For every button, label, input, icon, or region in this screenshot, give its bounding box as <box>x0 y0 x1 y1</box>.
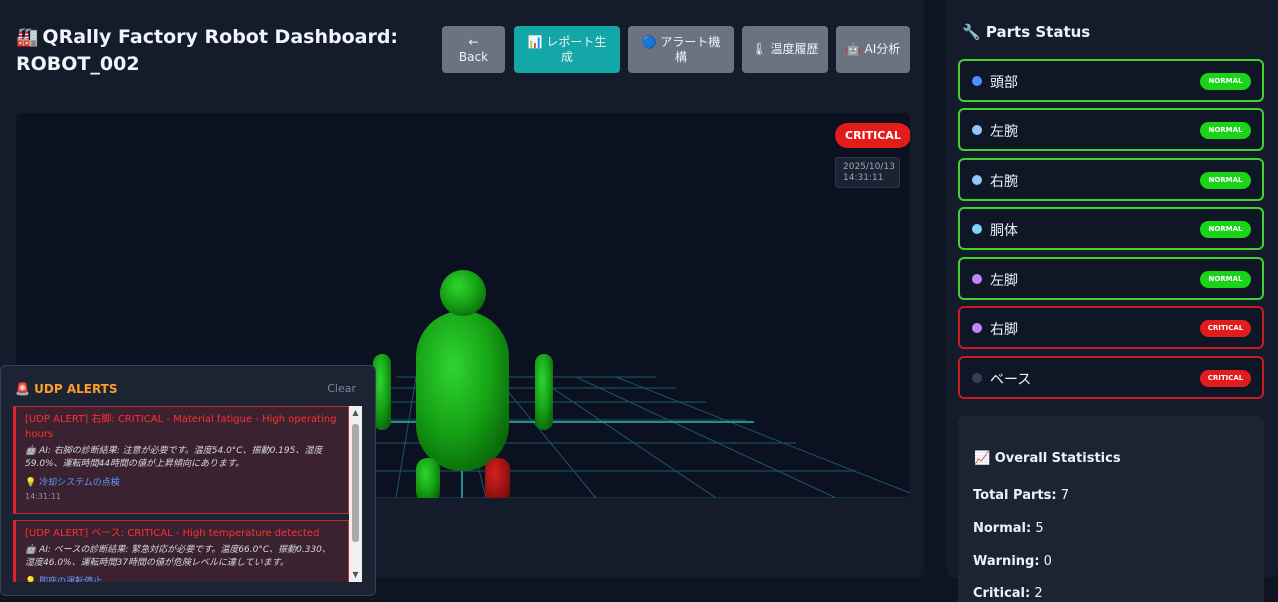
stat-critical-label: Critical: <box>973 586 1031 601</box>
part-status-badge: NORMAL <box>1200 122 1251 139</box>
alert-item: [UDP ALERT] ベース: CRITICAL - High tempera… <box>13 520 349 582</box>
part-dot-icon <box>972 373 982 383</box>
alerts-list[interactable]: [UDP ALERT] 右脚: CRITICAL - Material fati… <box>13 406 349 582</box>
stat-total-value: 7 <box>1060 488 1069 503</box>
siren-icon: 🚨 <box>15 382 30 396</box>
alert-button-label: アラート機構 <box>660 34 721 64</box>
back-arrow-icon: ← <box>468 34 479 49</box>
robot-head <box>440 270 486 316</box>
part-item-left-arm[interactable]: 左腕 NORMAL <box>958 108 1264 151</box>
viewport-timestamp: 2025/10/13 14:31:11 <box>835 157 900 188</box>
part-name: ベース <box>990 372 1032 388</box>
part-item-left-leg[interactable]: 左脚 NORMAL <box>958 257 1264 300</box>
stat-total: Total Parts: 7 <box>973 488 1069 503</box>
overall-statistics-title-text: Overall Statistics <box>994 451 1121 466</box>
floor-grid <box>312 376 910 498</box>
alert-title: [UDP ALERT] 右脚: CRITICAL - Material fati… <box>25 414 337 440</box>
part-status-badge: CRITICAL <box>1200 370 1251 387</box>
thermometer-icon: 🌡 <box>751 42 767 56</box>
status-badge: CRITICAL <box>835 123 910 148</box>
part-name: 胴体 <box>990 223 1018 239</box>
part-item-base[interactable]: ベース CRITICAL <box>958 356 1264 399</box>
part-status-badge: CRITICAL <box>1200 320 1251 337</box>
robot-right-arm <box>535 354 553 430</box>
part-dot-icon <box>972 175 982 185</box>
factory-icon: 🏭 <box>16 27 39 48</box>
ai-analysis-button[interactable]: 🤖 AI分析 <box>836 26 910 73</box>
alert-dot-icon: 🔵 <box>641 34 657 49</box>
stat-critical-value: 2 <box>1034 586 1043 601</box>
part-name: 頭部 <box>990 75 1018 91</box>
part-dot-icon <box>972 224 982 234</box>
parts-status-panel: 🔧 Parts Status 頭部 NORMAL 左腕 NORMAL 右腕 NO… <box>946 0 1278 602</box>
alert-item: [UDP ALERT] 右脚: CRITICAL - Material fati… <box>13 406 349 514</box>
page-title: 🏭 QRally Factory Robot Dashboard: ROBOT_0… <box>16 24 416 78</box>
wrench-icon: 🔧 <box>962 23 981 41</box>
overall-statistics-title: 📈 Overall Statistics <box>974 451 1121 466</box>
scroll-up-icon[interactable]: ▲ <box>351 408 360 418</box>
stat-normal-label: Normal: <box>973 521 1032 536</box>
report-button[interactable]: 📊 レポート生成 <box>514 26 620 73</box>
part-item-head[interactable]: 頭部 NORMAL <box>958 59 1264 102</box>
parts-status-title-text: Parts Status <box>985 23 1091 41</box>
part-status-badge: NORMAL <box>1200 73 1251 90</box>
scroll-down-icon[interactable]: ▼ <box>351 570 360 580</box>
clear-alerts-button[interactable]: Clear <box>327 382 356 395</box>
part-status-badge: NORMAL <box>1200 172 1251 189</box>
stat-normal-value: 5 <box>1035 521 1044 536</box>
timestamp-time: 14:31:11 <box>843 173 884 183</box>
timestamp-date: 2025/10/13 <box>843 162 895 172</box>
part-dot-icon <box>972 274 982 284</box>
part-item-right-arm[interactable]: 右腕 NORMAL <box>958 158 1264 201</box>
alert-button[interactable]: 🔵 アラート機構 <box>628 26 734 73</box>
robot-right-leg <box>485 458 510 498</box>
ai-analysis-label: AI分析 <box>864 42 901 56</box>
alert-ai-diagnosis: 🤖 AI: ベースの診断結果: 緊急対応が必要です。温度66.0°C、振動0.3… <box>25 545 331 568</box>
udp-alerts-header: 🚨 UDP ALERTS <box>15 382 117 396</box>
stat-critical: Critical: 2 <box>973 586 1043 601</box>
alerts-scrollbar[interactable]: ▲ ▼ <box>349 406 362 582</box>
part-name: 左脚 <box>990 273 1018 289</box>
temperature-history-button[interactable]: 🌡 温度履歴 <box>742 26 828 73</box>
robot-torso <box>416 311 509 471</box>
alert-ai-diagnosis: 🤖 AI: 右脚の診断結果: 注意が必要です。温度54.0°C、振動0.195、… <box>25 446 323 469</box>
page-title-text: QRally Factory Robot Dashboard: ROBOT_00… <box>16 26 399 75</box>
udp-alerts-panel: 🚨 UDP ALERTS Clear [UDP ALERT] 右脚: CRITI… <box>0 365 376 596</box>
parts-status-title: 🔧 Parts Status <box>962 23 1090 41</box>
alert-hint: 💡 即座の運転停止 <box>25 577 103 582</box>
stat-normal: Normal: 5 <box>973 521 1044 536</box>
alert-time: 14:31:11 <box>25 492 61 501</box>
alert-title: [UDP ALERT] ベース: CRITICAL - High tempera… <box>25 528 320 539</box>
stat-total-label: Total Parts: <box>973 488 1057 503</box>
stat-warning-value: 0 <box>1043 554 1052 569</box>
scroll-thumb[interactable] <box>352 424 359 542</box>
part-status-badge: NORMAL <box>1200 271 1251 288</box>
part-name: 右腕 <box>990 174 1018 190</box>
part-dot-icon <box>972 323 982 333</box>
trend-chart-icon: 📈 <box>974 451 991 466</box>
part-name: 右脚 <box>990 322 1018 338</box>
part-dot-icon <box>972 125 982 135</box>
udp-alerts-title: UDP ALERTS <box>34 382 118 396</box>
report-button-label: レポート生成 <box>546 34 607 64</box>
part-status-badge: NORMAL <box>1200 221 1251 238</box>
part-dot-icon <box>972 76 982 86</box>
alert-hint: 💡 冷却システムの点検 <box>25 478 120 488</box>
part-name: 左腕 <box>990 124 1018 140</box>
back-button-label: Back <box>458 49 489 64</box>
back-button[interactable]: ← Back <box>442 26 505 73</box>
part-item-right-leg[interactable]: 右脚 CRITICAL <box>958 306 1264 349</box>
stat-warning-label: Warning: <box>973 554 1040 569</box>
robot-left-leg <box>416 458 440 498</box>
overall-statistics: 📈 Overall Statistics Total Parts: 7 Norm… <box>958 416 1264 602</box>
stat-warning: Warning: 0 <box>973 554 1052 569</box>
robot-icon: 🤖 <box>845 42 861 56</box>
part-item-torso[interactable]: 胴体 NORMAL <box>958 207 1264 250</box>
chart-icon: 📊 <box>527 34 543 49</box>
temperature-history-label: 温度履歴 <box>770 42 819 56</box>
